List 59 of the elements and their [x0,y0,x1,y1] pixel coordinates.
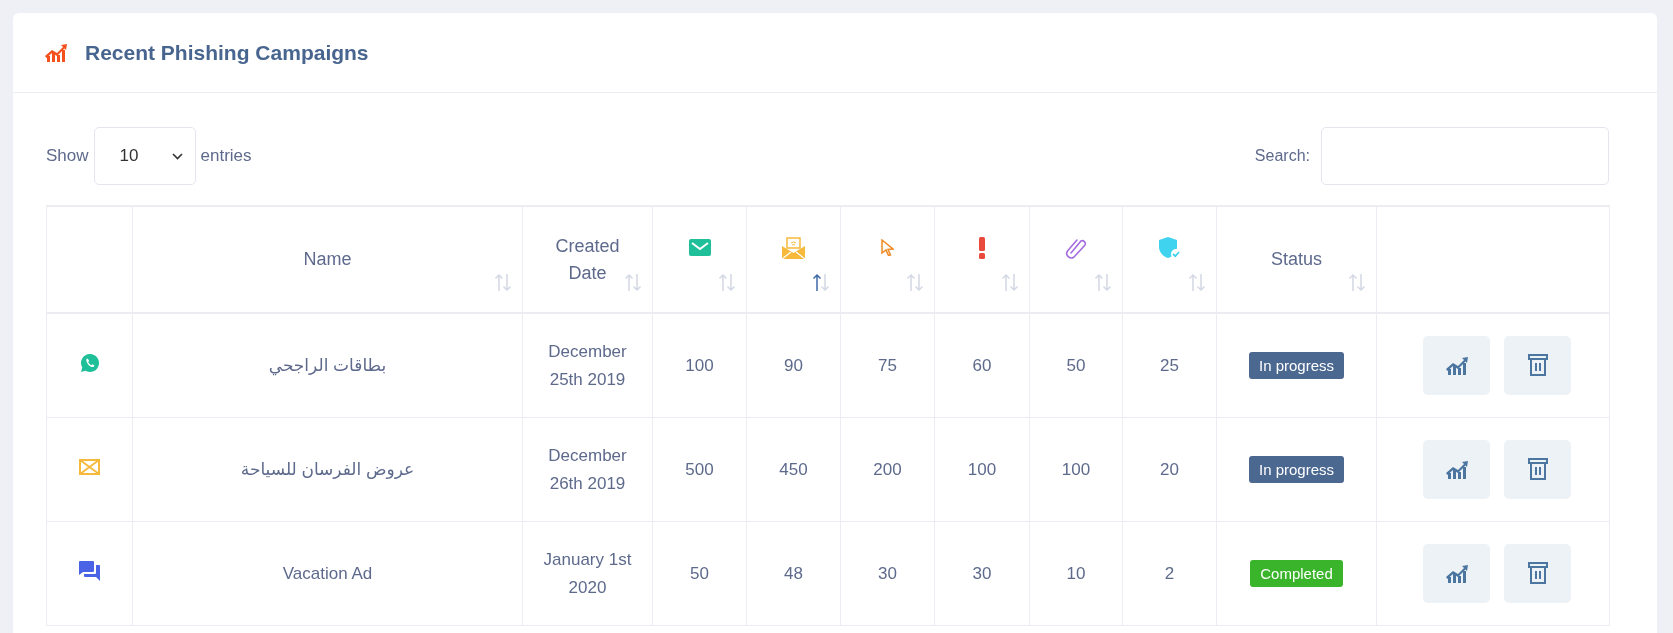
trend-chart-icon [1445,356,1468,375]
created-date: December 26th 2019 [547,445,628,495]
trend-chart-icon [1445,460,1468,479]
statistics-button[interactable] [1423,544,1490,603]
open-envelope-icon [782,236,805,259]
count-value: 20 [1160,459,1179,479]
trend-chart-icon [45,43,67,62]
count-value: 50 [690,563,709,583]
count-value: 48 [784,563,803,583]
count-value: 100 [1061,459,1091,479]
count-value: 100 [685,355,714,375]
chat-bubbles-icon [79,561,100,581]
show-label: Show [46,146,89,166]
status-badge: Completed [1250,560,1343,587]
delete-button[interactable] [1504,544,1571,603]
created-date: December 25th 2019 [547,341,628,391]
paperclip-icon [1065,236,1087,259]
count-value: 450 [779,459,808,479]
campaign-name: Vacation Ad [282,563,373,583]
trash-icon [1527,458,1548,481]
created-date: January 1st 2020 [542,549,633,599]
count-value: 30 [972,563,992,583]
campaign-name: بطاقات الراجحي [268,356,387,375]
whatsapp-icon [79,353,100,373]
count-value: 2 [1164,563,1175,583]
count-value: 75 [878,355,897,375]
statistics-button[interactable] [1423,440,1490,499]
cursor-icon [881,239,894,256]
column-header[interactable]: Name [287,246,368,273]
trash-icon [1527,562,1548,585]
count-value: 500 [685,459,714,479]
trash-icon [1527,354,1548,377]
status-badge: In progress [1248,456,1344,483]
envelope-icon [79,459,100,475]
delete-button[interactable] [1504,440,1571,499]
card-title: Recent Phishing Campaigns [85,40,369,65]
search-field[interactable] [1321,127,1609,185]
entries-label: entries [200,146,252,166]
search-label: Search: [1254,147,1310,165]
count-value: 60 [972,355,992,375]
delete-button[interactable] [1504,336,1571,395]
chevron-down-icon [171,152,183,160]
exclamation-icon [978,236,986,259]
column-header[interactable]: Status [1256,246,1337,273]
envelope-icon [688,239,711,256]
trend-chart-icon [1445,564,1468,583]
campaign-name: عروض الفرسان للسياحة [240,460,415,479]
sort-arrows-icon[interactable] [812,273,830,292]
count-value: 200 [873,459,902,479]
count-value: 90 [784,355,803,375]
count-value: 10 [1066,563,1086,583]
statistics-button[interactable] [1423,336,1490,395]
count-value: 30 [878,563,897,583]
entries-dropdown[interactable]: 10 [93,127,196,185]
shield-check-icon [1157,235,1182,260]
status-badge: In progress [1248,352,1344,379]
count-value: 50 [1066,355,1086,375]
count-value: 100 [967,459,997,479]
count-value: 25 [1160,355,1179,375]
